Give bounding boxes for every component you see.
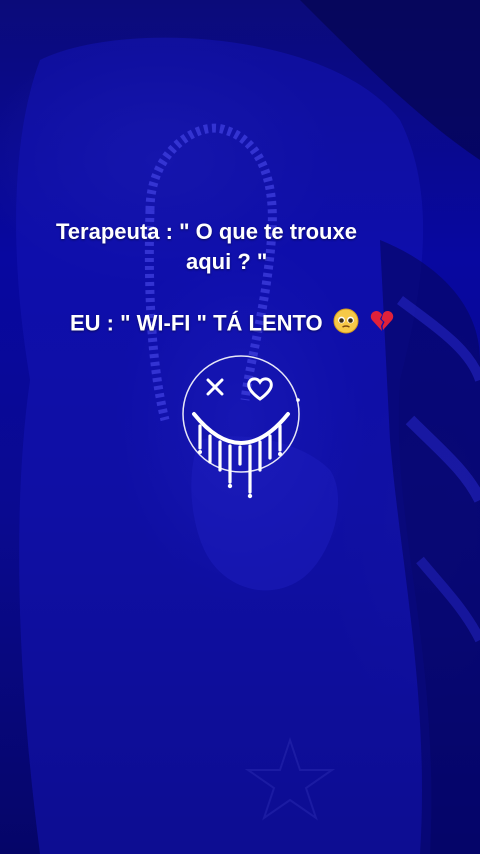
pleading-face-icon [333,308,359,341]
caption-line-3-text: EU : " WI-FI " TÁ LENTO [70,310,323,336]
dripping-smiley-icon [182,355,300,499]
caption-line-1: Terapeuta : " O que te trouxe [56,219,357,244]
broken-heart-icon [369,308,395,341]
caption-line-3: EU : " WI-FI " TÁ LENTO [70,308,395,341]
photo-frame: Terapeuta : " O que te trouxe aqui ? " E… [0,0,480,854]
caption-line-2: aqui ? " [186,249,268,274]
